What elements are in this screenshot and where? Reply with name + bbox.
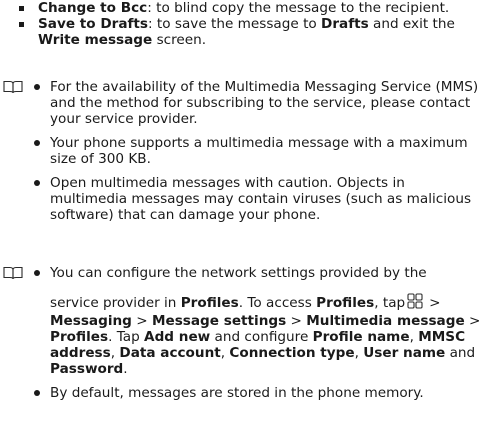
separator-text: > [429, 295, 441, 311]
separator-text: > [131, 313, 152, 329]
note-bullet: Open multimedia messages with caution. O… [0, 175, 489, 223]
note-text: service provider in [50, 295, 181, 311]
profiles-label: Profiles [180, 295, 239, 311]
drafts-label: Drafts [321, 16, 369, 32]
round-bullet-icon [34, 84, 40, 90]
note-text: and [445, 345, 476, 361]
square-bullet-icon [19, 22, 24, 27]
profiles-label: Profiles [50, 329, 109, 345]
separator-text: > [286, 313, 307, 329]
list-item-save-to-drafts: Save to Drafts: to save the message to D… [0, 16, 489, 48]
message-settings-label: Message settings [151, 313, 287, 329]
note-bullet: For the availability of the Multimedia M… [0, 79, 489, 127]
list-item-change-to-bcc: Change to Bcc: to blind copy the message… [0, 0, 489, 16]
write-message-label: Write message [38, 32, 153, 48]
note-block-network-settings: You can configure the network settings p… [0, 265, 489, 401]
note-text: By default, messages are stored in the p… [50, 385, 424, 401]
desc-text: : to save the message to [148, 16, 322, 32]
separator-text: > [464, 313, 481, 329]
term-save-to-drafts: Save to Drafts [38, 16, 149, 32]
note-bullet: You can configure the network settings p… [0, 265, 489, 377]
round-bullet-icon [34, 140, 40, 146]
desc-change-to-bcc: : to blind copy the message to the recip… [147, 0, 450, 16]
password-label: Password [50, 361, 124, 377]
note-text: Open multimedia messages with caution. O… [50, 175, 472, 223]
multimedia-message-label: Multimedia message [306, 313, 465, 329]
note-bullet: By default, messages are stored in the p… [0, 385, 489, 401]
user-name-label: User name [363, 345, 446, 361]
messaging-label: Messaging [50, 313, 132, 329]
profile-name-label: Profile name [312, 329, 410, 345]
round-bullet-icon [34, 390, 40, 396]
desc-text: and exit the [368, 16, 455, 32]
note-text: . Tap [108, 329, 145, 345]
note-text: Your phone supports a multimedia message… [50, 135, 468, 167]
round-bullet-icon [34, 180, 40, 186]
note-text-continued: service provider in Profiles. To access … [50, 291, 483, 377]
note-text: . To access [238, 295, 317, 311]
option-list: Change to Bcc: to blind copy the message… [0, 0, 489, 48]
term-change-to-bcc: Change to Bcc [38, 0, 148, 16]
note-text: For the availability of the Multimedia M… [50, 79, 479, 127]
note-text: , [354, 345, 364, 361]
note-text: , [409, 329, 419, 345]
profiles-label: Profiles [316, 295, 375, 311]
desc-text: screen. [152, 32, 207, 48]
square-bullet-icon [19, 6, 24, 11]
note-block-mms: For the availability of the Multimedia M… [0, 79, 489, 223]
note-text: . [123, 361, 128, 377]
add-new-label: Add new [144, 329, 211, 345]
round-bullet-icon [34, 270, 40, 276]
note-text: , tap [374, 295, 406, 311]
data-account-label: Data account [119, 345, 221, 361]
apps-grid-icon [407, 293, 423, 309]
note-text: You can configure the network settings p… [50, 265, 427, 281]
manual-page: Change to Bcc: to blind copy the message… [0, 0, 489, 428]
note-text: and configure [210, 329, 313, 345]
connection-type-label: Connection type [229, 345, 355, 361]
note-bullet: Your phone supports a multimedia message… [0, 135, 489, 167]
